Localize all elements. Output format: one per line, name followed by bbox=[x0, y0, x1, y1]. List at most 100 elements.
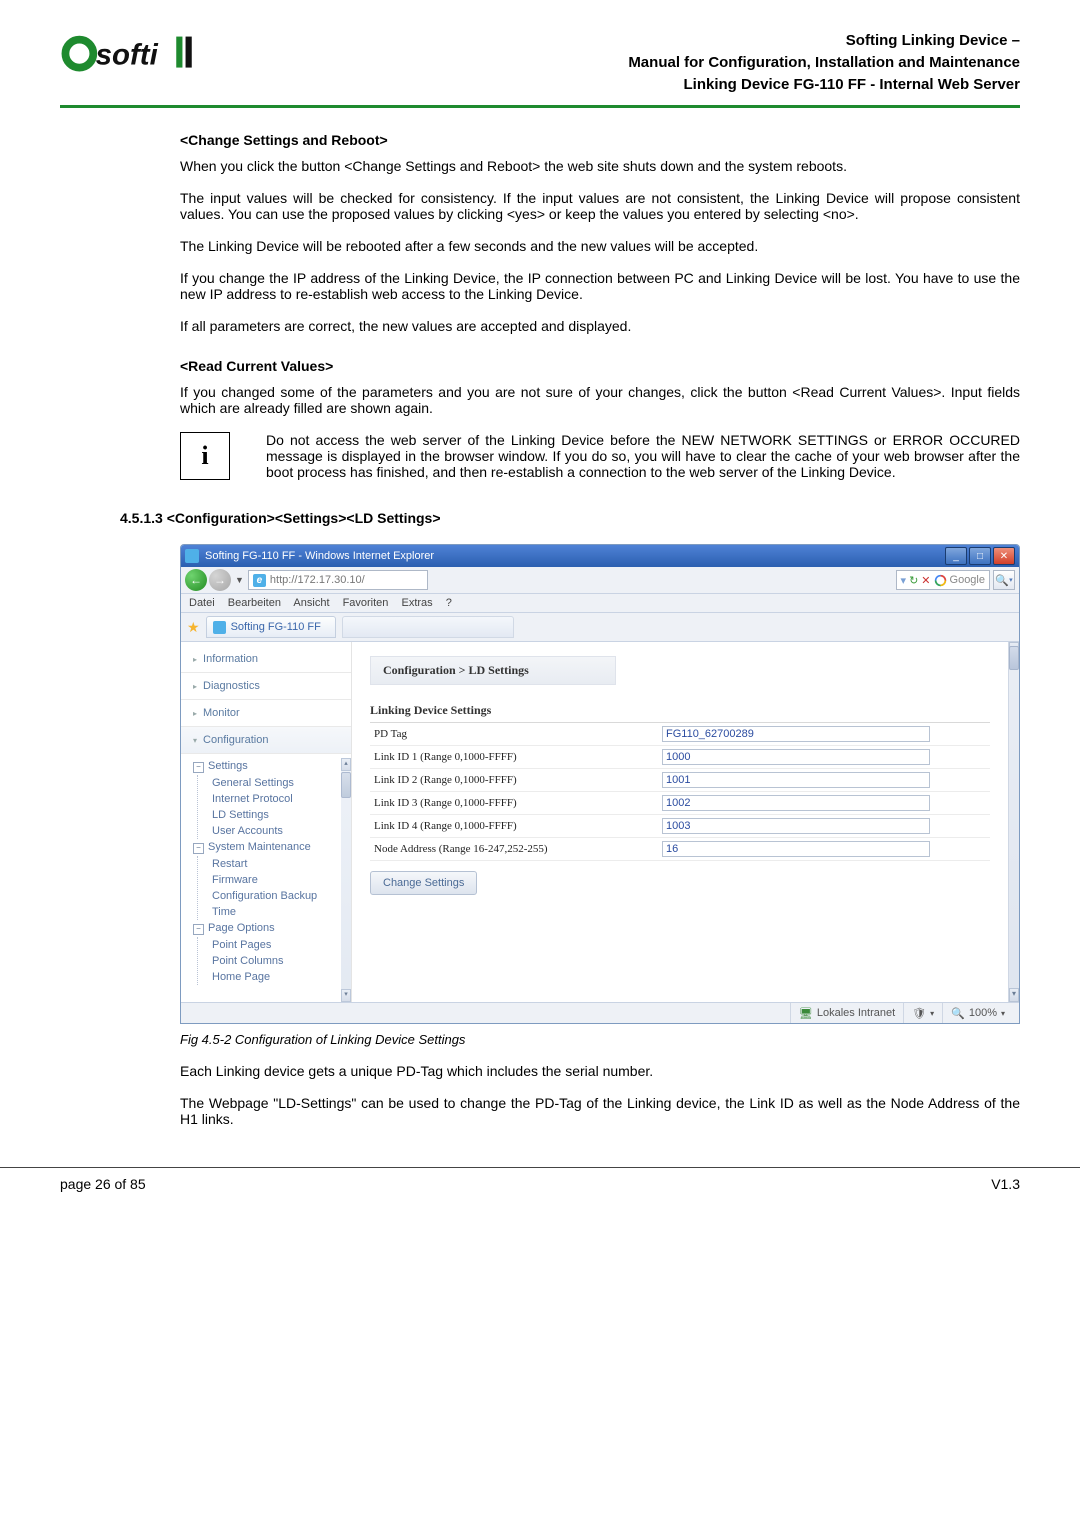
softing-logo: softi bbox=[60, 30, 215, 88]
paragraph: If you changed some of the parameters an… bbox=[180, 384, 1020, 416]
tree-configuration-backup[interactable]: Configuration Backup bbox=[212, 888, 351, 904]
zoom-icon: 🔍 bbox=[951, 1007, 965, 1020]
header-line2: Manual for Configuration, Installation a… bbox=[215, 52, 1020, 74]
ie-tab-bar: ★ Softing FG-110 FF bbox=[181, 613, 1019, 642]
tree-internet-protocol[interactable]: Internet Protocol bbox=[212, 791, 351, 807]
tab-label: Softing FG-110 FF bbox=[231, 621, 321, 633]
table-row: Link ID 2 (Range 0,1000-FFFF) bbox=[370, 769, 990, 792]
zoom-value: 100% bbox=[969, 1007, 997, 1019]
chevron-down-icon[interactable]: ▼ bbox=[235, 575, 244, 585]
info-icon: i bbox=[180, 432, 230, 480]
sidebar-label: Diagnostics bbox=[203, 680, 260, 692]
search-box[interactable]: ▾ ↻ ✕ Google bbox=[896, 570, 990, 590]
page-header: softi Softing Linking Device – Manual fo… bbox=[60, 0, 1020, 108]
tree-collapse-icon[interactable]: − bbox=[193, 762, 204, 773]
tree-restart[interactable]: Restart bbox=[212, 856, 351, 872]
intranet-icon: 🖥 bbox=[799, 1007, 813, 1020]
table-row: Link ID 3 (Range 0,1000-FFFF) bbox=[370, 792, 990, 815]
stop-icon: ✕ bbox=[921, 574, 930, 587]
menu-ansicht[interactable]: Ansicht bbox=[293, 597, 329, 609]
expand-icon: ▸ bbox=[193, 709, 197, 718]
sidebar-label: Information bbox=[203, 653, 258, 665]
tree-firmware[interactable]: Firmware bbox=[212, 872, 351, 888]
paragraph: The Linking Device will be rebooted afte… bbox=[180, 238, 1020, 254]
change-settings-button[interactable]: Change Settings bbox=[370, 871, 477, 895]
shield-icon: 🛡 bbox=[912, 1007, 926, 1020]
scroll-down-icon[interactable]: ▾ bbox=[1009, 988, 1019, 1002]
row-label: Link ID 4 (Range 0,1000-FFFF) bbox=[370, 815, 658, 838]
section-title-change: <Change Settings and Reboot> bbox=[180, 132, 1020, 148]
menu-datei[interactable]: Datei bbox=[189, 597, 215, 609]
tree-home-page[interactable]: Home Page bbox=[212, 969, 351, 985]
svg-text:softi: softi bbox=[96, 38, 159, 71]
row-label: Node Address (Range 16-247,252-255) bbox=[370, 838, 658, 861]
back-button[interactable]: ← bbox=[185, 569, 207, 591]
address-bar[interactable]: e http://172.17.30.10/ bbox=[248, 570, 428, 590]
ie-icon bbox=[185, 549, 199, 563]
scrollbar-thumb[interactable] bbox=[341, 772, 351, 798]
tab-active[interactable]: Softing FG-110 FF bbox=[206, 616, 336, 638]
pd-tag-input[interactable] bbox=[662, 726, 930, 742]
tree-ld-settings[interactable]: LD Settings bbox=[212, 807, 351, 823]
link-id-4-input[interactable] bbox=[662, 818, 930, 834]
tab-new[interactable] bbox=[342, 616, 514, 638]
link-id-2-input[interactable] bbox=[662, 772, 930, 788]
sidebar-label: Monitor bbox=[203, 707, 240, 719]
menu-bearbeiten[interactable]: Bearbeiten bbox=[228, 597, 281, 609]
favorites-star-icon[interactable]: ★ bbox=[187, 619, 200, 636]
table-row: PD Tag bbox=[370, 723, 990, 746]
forward-button[interactable]: → bbox=[209, 569, 231, 591]
status-zoom[interactable]: 🔍100%▾ bbox=[942, 1003, 1013, 1023]
row-label: Link ID 3 (Range 0,1000-FFFF) bbox=[370, 792, 658, 815]
minimize-button[interactable]: _ bbox=[945, 547, 967, 565]
tree-time[interactable]: Time bbox=[212, 904, 351, 920]
settings-table: PD Tag Link ID 1 (Range 0,1000-FFFF) Lin… bbox=[370, 723, 990, 861]
paragraph: The input values will be checked for con… bbox=[180, 190, 1020, 222]
page-scrollbar[interactable]: ▴ ▾ bbox=[1008, 642, 1019, 1002]
config-tree: −Settings General Settings Internet Prot… bbox=[181, 754, 351, 989]
ie-window-title: Softing FG-110 FF - Windows Internet Exp… bbox=[205, 550, 434, 562]
maximize-button[interactable]: □ bbox=[969, 547, 991, 565]
menu-extras[interactable]: Extras bbox=[401, 597, 432, 609]
sidebar-item-monitor[interactable]: ▸ Monitor bbox=[181, 700, 351, 727]
tree-general-settings[interactable]: General Settings bbox=[212, 775, 351, 791]
scroll-up-icon[interactable]: ▴ bbox=[341, 758, 351, 771]
address-text: http://172.17.30.10/ bbox=[270, 574, 365, 586]
close-button[interactable]: ✕ bbox=[993, 547, 1015, 565]
tree-label: System Maintenance bbox=[208, 841, 311, 853]
refresh-icon: ↻ bbox=[909, 574, 918, 587]
link-id-1-input[interactable] bbox=[662, 749, 930, 765]
search-go-button[interactable]: 🔍▾ bbox=[993, 570, 1015, 590]
tree-page-options[interactable]: −Page Options bbox=[193, 920, 351, 937]
sidebar-item-information[interactable]: ▸Information bbox=[181, 646, 351, 673]
sidebar-item-diagnostics[interactable]: ▸Diagnostics bbox=[181, 673, 351, 700]
sidebar-scrollbar[interactable]: ▴ ▾ bbox=[341, 758, 351, 1002]
tree-collapse-icon[interactable]: − bbox=[193, 843, 204, 854]
tree-system-maintenance[interactable]: −System Maintenance bbox=[193, 839, 351, 856]
tree-user-accounts[interactable]: User Accounts bbox=[212, 823, 351, 839]
table-row: Node Address (Range 16-247,252-255) bbox=[370, 838, 990, 861]
ie-menu-bar: Datei Bearbeiten Ansicht Favoriten Extra… bbox=[181, 594, 1019, 613]
header-title: Softing Linking Device – Manual for Conf… bbox=[215, 30, 1020, 95]
scrollbar-thumb[interactable] bbox=[1009, 646, 1019, 670]
figure-caption: Fig 4.5-2 Configuration of Linking Devic… bbox=[180, 1032, 1020, 1047]
sidebar-item-configuration[interactable]: ▾Configuration bbox=[181, 727, 351, 754]
node-address-input[interactable] bbox=[662, 841, 930, 857]
tree-point-pages[interactable]: Point Pages bbox=[212, 937, 351, 953]
tree-settings[interactable]: −Settings bbox=[193, 758, 351, 775]
tree-point-columns[interactable]: Point Columns bbox=[212, 953, 351, 969]
tree-collapse-icon[interactable]: − bbox=[193, 924, 204, 935]
sidebar-label: Configuration bbox=[203, 734, 268, 746]
link-id-3-input[interactable] bbox=[662, 795, 930, 811]
status-protected-mode: 🛡▾ bbox=[903, 1003, 942, 1023]
tree-label: Page Options bbox=[208, 922, 275, 934]
header-line1: Softing Linking Device – bbox=[215, 30, 1020, 52]
status-zone: 🖥Lokales Intranet bbox=[790, 1003, 903, 1023]
table-row: Link ID 1 (Range 0,1000-FFFF) bbox=[370, 746, 990, 769]
table-title: Linking Device Settings bbox=[370, 699, 990, 723]
heading-4-5-1-3: 4.5.1.3 <Configuration><Settings><LD Set… bbox=[120, 510, 1020, 526]
menu-favoriten[interactable]: Favoriten bbox=[343, 597, 389, 609]
menu-help[interactable]: ? bbox=[446, 597, 452, 609]
page-number: page 26 of 85 bbox=[60, 1176, 146, 1192]
scroll-down-icon[interactable]: ▾ bbox=[341, 989, 351, 1002]
